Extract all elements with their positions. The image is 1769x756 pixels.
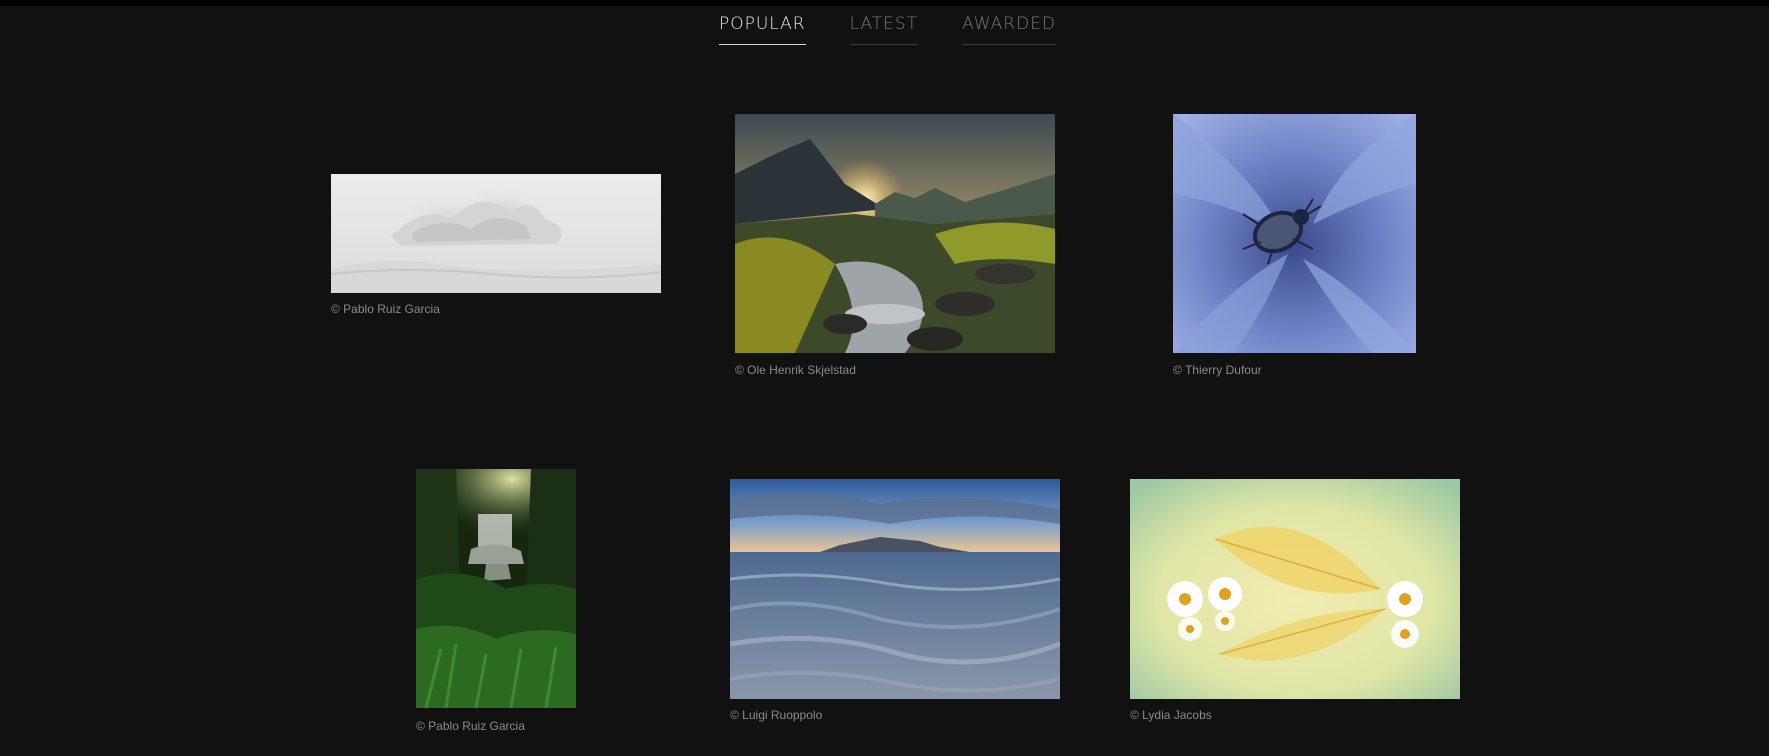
top-bar [0,0,1769,6]
tab-latest[interactable]: LATEST [849,14,919,45]
gallery-item: © Thierry Dufour [1173,114,1416,384]
tab-popular[interactable]: POPULAR [718,14,806,45]
photo-credit[interactable]: © Thierry Dufour [1173,363,1262,377]
gallery-item: © Lydia Jacobs [1130,479,1460,729]
photo-beetle-flower[interactable] [1173,114,1416,353]
photo-mountain-stream[interactable] [735,114,1055,353]
gallery-item: © Ole Henrik Skjelstad [735,114,1055,384]
photo-beach-island[interactable] [730,479,1060,699]
tab-awarded[interactable]: AWARDED [962,14,1057,45]
photo-credit[interactable]: © Luigi Ruoppolo [730,708,822,722]
photo-wave-bw[interactable] [331,174,661,293]
gallery-item: © Pablo Ruiz Garcia [331,174,661,319]
gallery-item: © Pablo Ruiz Garcia [416,469,576,739]
photo-credit[interactable]: © Pablo Ruiz Garcia [331,302,440,316]
photo-credit[interactable]: © Lydia Jacobs [1130,708,1212,722]
photo-daisies-leaf[interactable] [1130,479,1460,699]
photo-credit[interactable]: © Ole Henrik Skjelstad [735,363,856,377]
gallery-tabs: POPULAR LATEST AWARDED [0,14,1769,45]
gallery-item: © Luigi Ruoppolo [730,479,1060,729]
photo-forest-waterfall[interactable] [416,469,576,708]
photo-credit[interactable]: © Pablo Ruiz Garcia [416,719,525,733]
